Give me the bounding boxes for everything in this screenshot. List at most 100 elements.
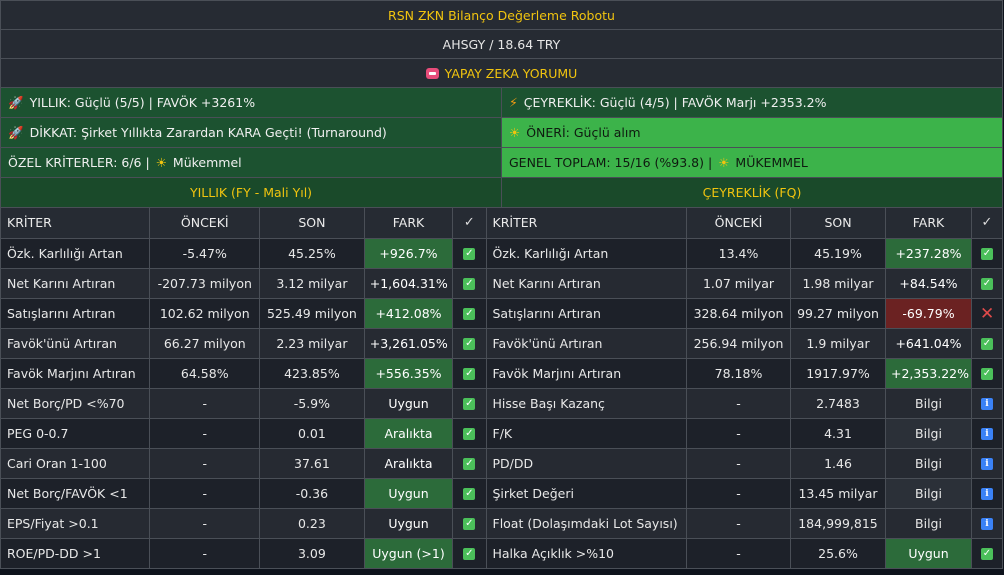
status-cell: ✓ [452, 508, 487, 539]
robot-icon [425, 67, 439, 79]
diff-cell: Bilgi [885, 478, 972, 509]
previous-cell: - [149, 388, 261, 419]
col-header-check: ✓ [452, 208, 487, 239]
page-title: RSN ZKN Bilanço Değerleme Robotu [388, 7, 615, 23]
table-row: PD/DD -1.46 Bilgi i [486, 448, 1003, 479]
criterion-cell: Float (Dolaşımdaki Lot Sayısı) [486, 508, 687, 539]
quarterly-title-text: ÇEYREKLİK (FQ) [702, 185, 802, 200]
criterion-cell: Net Borç/FAVÖK <1 [1, 478, 151, 509]
previous-cell: 64.58% [149, 358, 261, 389]
criterion-cell: EPS/Fiyat >0.1 [1, 508, 151, 539]
diff-cell: Aralıkta [364, 418, 454, 449]
annual-title-text: YILLIK (FY - Mali Yıl) [189, 185, 313, 200]
annual-table: KRİTER ÖNCEKİ SON FARK ✓ Özk. Karlılığı … [1, 208, 487, 569]
diff-cell: +926.7% [364, 238, 454, 269]
diff-cell: +556.35% [364, 358, 454, 389]
col-header-diff: FARK [885, 208, 972, 239]
table-row: ROE/PD-DD >1-3.09 Uygun (>1) ✓ [1, 538, 487, 569]
status-cell: ✓ [971, 268, 1003, 299]
rocket-icon: 🚀 [8, 94, 24, 110]
col-header-check: ✓ [971, 208, 1003, 239]
last-cell: 3.12 milyar [259, 268, 365, 299]
criterion-cell: ROE/PD-DD >1 [1, 538, 151, 569]
previous-cell: - [686, 508, 791, 539]
diff-cell: +2,353.22% [885, 358, 972, 389]
col-header-last: SON [259, 208, 365, 239]
table-row: Favök'ünü Artıran 66.27 milyon 2.23 milyar… [1, 328, 487, 359]
col-header-criterion: KRİTER [1, 208, 151, 239]
last-cell: 0.23 [259, 508, 365, 539]
total-rating: MÜKEMMEL [735, 155, 808, 170]
last-cell: 1.9 milyar [790, 328, 886, 359]
previous-cell: 328.64 milyon [686, 298, 791, 329]
table-row: Özk. Karlılığı Artan -5.47% 45.25% +926.7% ✓ [1, 238, 487, 269]
last-cell: 25.6% [790, 538, 886, 569]
last-cell: 13.45 milyar [790, 478, 886, 509]
table-row: PEG 0-0.7-0.01 Aralıkta ✓ [1, 418, 487, 449]
check-icon: ✓ [463, 338, 476, 350]
sun-icon: ☀ [509, 125, 521, 140]
status-cell: ✓ [452, 478, 487, 509]
col-header-previous: ÖNCEKİ [149, 208, 261, 239]
status-cell: ✓ [452, 328, 487, 359]
previous-cell: - [149, 538, 261, 569]
table-row: Net Borç/FAVÖK <1- -0.36 Uygun ✓ [1, 478, 487, 509]
status-cell: ✓ [452, 538, 487, 569]
quarterly-table: KRİTER ÖNCEKİ SON FARK ✓ Özk. Karlılığı … [486, 208, 1003, 569]
diff-cell: Uygun [885, 538, 972, 569]
status-cell: ✓ [452, 238, 487, 269]
table-row: Hisse Başı Kazanç -2.7483 Bilgi i [486, 388, 1003, 419]
table-row: F/K -4.31 Bilgi i [486, 418, 1003, 449]
last-cell: -5.9% [259, 388, 365, 419]
status-cell: i [971, 448, 1003, 479]
last-cell: 4.31 [790, 418, 886, 449]
diff-cell: +84.54% [885, 268, 972, 299]
status-cell: ✓ [971, 328, 1003, 359]
diff-cell: +237.28% [885, 238, 972, 269]
diff-cell: Bilgi [885, 508, 972, 539]
criterion-cell: Hisse Başı Kazanç [486, 388, 687, 419]
check-icon: ✓ [981, 368, 993, 380]
last-cell: 1917.97% [790, 358, 886, 389]
status-cell: i [971, 418, 1003, 449]
criterion-cell: Özk. Karlılığı Artan [486, 238, 687, 269]
criterion-cell: Favök'ünü Artıran [1, 328, 151, 359]
recommendation-text: ÖNERİ: Güçlü alım [526, 125, 641, 140]
info-icon: i [981, 518, 993, 530]
annual-summary-text: YILLIK: Güçlü (5/5) | FAVÖK +3261% [29, 95, 256, 110]
criterion-cell: Net Borç/PD <%70 [1, 388, 151, 419]
criterion-cell: F/K [486, 418, 687, 449]
criterion-cell: Satışlarını Artıran [1, 298, 151, 329]
previous-cell: - [686, 388, 791, 419]
annual-section-title: YILLIK (FY - Mali Yıl) [1, 178, 502, 208]
previous-cell: 66.27 milyon [149, 328, 261, 359]
valuation-panel: RSN ZKN Bilanço Değerleme Robotu AHSGY /… [0, 0, 1003, 569]
table-row: Cari Oran 1-100-37.61 Aralıkta ✓ [1, 448, 487, 479]
table-row: Favök Marjını Artıran 64.58% 423.85% +556.3… [1, 358, 487, 389]
special-criteria-text: ÖZEL KRİTERLER: 6/6 | [8, 155, 150, 170]
check-icon: ✓ [463, 458, 476, 470]
diff-cell: Aralıkta [364, 448, 454, 479]
status-cell: ✓ [452, 418, 487, 449]
diff-cell: Uygun [364, 478, 454, 509]
diff-cell: Uygun [364, 508, 454, 539]
diff-cell: Bilgi [885, 448, 972, 479]
diff-cell: +412.08% [364, 298, 454, 329]
last-cell: 99.27 milyon [790, 298, 886, 329]
status-cell: ✓ [452, 448, 487, 479]
previous-cell: 1.07 milyar [686, 268, 791, 299]
status-cell: ✓ [452, 268, 487, 299]
criterion-cell: Favök'ünü Artıran [486, 328, 687, 359]
status-cell: ✓ [971, 238, 1003, 269]
cross-icon: ✕ [980, 303, 995, 324]
status-cell: ✓ [452, 298, 487, 329]
previous-cell: - [149, 508, 261, 539]
table-row: EPS/Fiyat >0.1-0.23 Uygun ✓ [1, 508, 487, 539]
table-row: Halka Açıklık >%10-25.6% Uygun ✓ [486, 538, 1003, 569]
criterion-cell: Halka Açıklık >%10 [486, 538, 687, 569]
last-cell: 37.61 [259, 448, 365, 479]
previous-cell: - [686, 418, 791, 449]
table-row: Şirket Değeri -13.45 milyar Bilgi i [486, 478, 1003, 509]
status-cell: i [971, 478, 1003, 509]
criterion-cell: Cari Oran 1-100 [1, 448, 151, 479]
